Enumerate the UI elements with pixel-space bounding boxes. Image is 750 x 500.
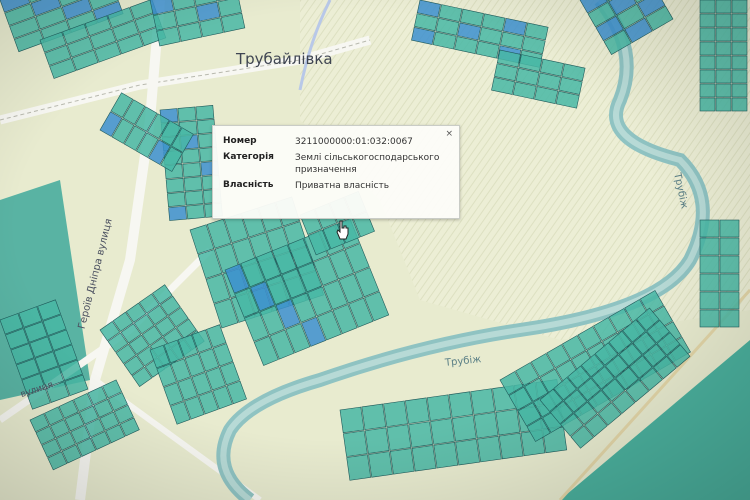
info-row-ownership: Власність Приватна власність [219, 178, 459, 194]
land-parcel[interactable] [166, 191, 186, 207]
land-parcel[interactable] [731, 69, 748, 84]
info-key: Категорія [223, 152, 274, 162]
info-key: Власність [223, 180, 274, 190]
land-parcel[interactable] [455, 438, 480, 466]
land-parcel[interactable] [731, 55, 748, 70]
land-parcel[interactable] [495, 409, 521, 436]
land-parcel[interactable] [389, 448, 415, 475]
land-parcel[interactable] [731, 27, 748, 42]
hand-pointer-icon [336, 220, 349, 240]
land-parcel[interactable] [430, 418, 455, 445]
land-parcel[interactable] [183, 176, 203, 192]
land-parcel[interactable] [195, 105, 215, 121]
land-parcel[interactable] [426, 394, 452, 421]
land-parcel[interactable] [473, 412, 499, 439]
land-parcel[interactable] [731, 83, 748, 98]
land-parcel[interactable] [699, 219, 720, 238]
parcel-info-popup: × Номер 3211000000:01:032:0067 Категорія… [212, 125, 460, 219]
land-parcel[interactable] [386, 424, 412, 451]
info-value: Приватна власність [295, 181, 390, 191]
close-icon[interactable]: × [445, 129, 453, 139]
land-parcel[interactable] [699, 255, 720, 274]
land-parcel[interactable] [699, 0, 716, 14]
land-parcel[interactable] [177, 106, 197, 122]
land-parcel[interactable] [364, 427, 390, 454]
info-row-number: Номер 3211000000:01:032:0067 [219, 134, 459, 150]
land-parcel[interactable] [719, 273, 740, 292]
land-parcel[interactable] [699, 83, 716, 98]
land-parcel[interactable] [699, 13, 716, 28]
land-parcel[interactable] [731, 13, 748, 28]
land-parcel[interactable] [184, 190, 204, 206]
land-parcel[interactable] [470, 388, 496, 415]
land-parcel[interactable] [361, 403, 387, 431]
info-key: Номер [223, 136, 257, 146]
land-parcel[interactable] [168, 205, 187, 221]
land-parcel[interactable] [719, 219, 740, 238]
land-parcel[interactable] [719, 237, 740, 256]
land-parcel[interactable] [719, 309, 740, 328]
land-parcel[interactable] [699, 273, 720, 292]
land-parcel[interactable] [719, 255, 740, 274]
land-parcel[interactable] [715, 83, 732, 98]
land-parcel[interactable] [731, 97, 748, 112]
land-parcel[interactable] [405, 397, 430, 424]
land-parcel[interactable] [339, 406, 365, 434]
land-parcel[interactable] [186, 204, 205, 220]
land-parcel[interactable] [715, 13, 732, 28]
land-parcel[interactable] [433, 442, 459, 469]
land-parcel[interactable] [699, 41, 716, 56]
land-parcel[interactable] [346, 454, 372, 481]
info-value: 3211000000:01:032:0067 [295, 137, 413, 147]
land-parcel[interactable] [731, 0, 748, 14]
land-parcel[interactable] [699, 291, 720, 310]
land-parcel[interactable] [731, 41, 748, 56]
land-parcel[interactable] [715, 27, 732, 42]
land-parcel[interactable] [699, 55, 716, 70]
land-parcel[interactable] [181, 148, 200, 164]
land-parcel[interactable] [699, 309, 720, 328]
land-parcel[interactable] [699, 97, 716, 112]
land-parcel[interactable] [182, 162, 202, 178]
land-parcel[interactable] [343, 430, 368, 457]
land-parcel[interactable] [448, 391, 474, 418]
land-parcel[interactable] [477, 435, 502, 463]
land-parcel[interactable] [715, 55, 732, 70]
info-value: Землі сільськогосподарського призначення [295, 153, 440, 175]
land-parcel[interactable] [699, 27, 716, 42]
land-parcel[interactable] [699, 69, 716, 84]
cadastral-map[interactable]: Трубайлівка Героїв Дніпра вулиця вулиця … [0, 0, 750, 500]
land-parcel[interactable] [368, 451, 393, 478]
land-parcel[interactable] [408, 421, 434, 448]
land-parcel[interactable] [699, 237, 720, 256]
parcel-info-table: Номер 3211000000:01:032:0067 Категорія З… [219, 134, 459, 194]
land-parcel[interactable] [715, 97, 732, 112]
info-row-category: Категорія Землі сільськогосподарського п… [219, 150, 459, 178]
land-parcel[interactable] [715, 69, 732, 84]
land-parcel[interactable] [165, 177, 185, 194]
map-canvas[interactable] [0, 0, 750, 500]
land-parcel[interactable] [411, 445, 437, 472]
land-parcel[interactable] [715, 41, 732, 56]
land-parcel[interactable] [498, 432, 524, 460]
land-parcel[interactable] [715, 0, 732, 14]
land-parcel[interactable] [719, 291, 740, 310]
place-label: Трубайлівка [236, 50, 333, 68]
land-parcel[interactable] [451, 415, 477, 442]
land-parcel[interactable] [383, 400, 408, 427]
